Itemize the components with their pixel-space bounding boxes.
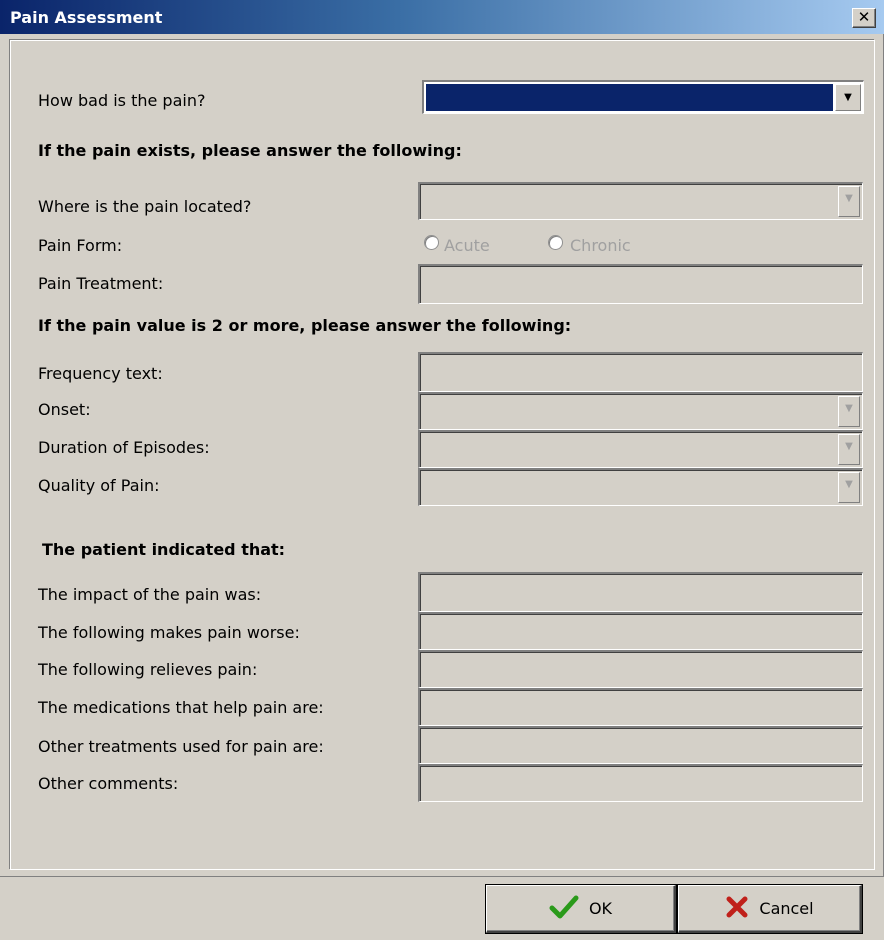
other-treatments-label: Other treatments used for pain are: bbox=[38, 737, 324, 756]
patient-indicated-heading: The patient indicated that: bbox=[42, 540, 286, 559]
chevron-down-icon[interactable]: ▼ bbox=[838, 472, 860, 503]
quality-dropdown[interactable]: ▼ bbox=[418, 468, 863, 506]
duration-label: Duration of Episodes: bbox=[38, 438, 210, 457]
onset-dropdown[interactable]: ▼ bbox=[418, 392, 863, 430]
window-title: Pain Assessment bbox=[10, 8, 163, 27]
worse-input[interactable] bbox=[418, 612, 863, 650]
chevron-down-icon[interactable]: ▼ bbox=[838, 396, 860, 427]
medications-input[interactable] bbox=[418, 688, 863, 726]
pain-exists-heading: If the pain exists, please answer the fo… bbox=[38, 141, 462, 160]
pain-location-dropdown[interactable]: ▼ bbox=[418, 182, 863, 220]
ok-button-label: OK bbox=[588, 899, 613, 918]
cross-icon bbox=[725, 895, 749, 923]
pain-form-label: Pain Form: bbox=[38, 236, 123, 255]
radio-chronic-label: Chronic bbox=[570, 236, 631, 255]
frequency-input[interactable] bbox=[418, 352, 863, 392]
close-button[interactable]: ✕ bbox=[852, 8, 876, 28]
worse-label: The following makes pain worse: bbox=[38, 623, 300, 642]
ok-button[interactable]: OK bbox=[486, 885, 676, 933]
chevron-down-icon[interactable]: ▼ bbox=[835, 84, 861, 111]
radio-acute[interactable] bbox=[424, 235, 439, 250]
quality-label: Quality of Pain: bbox=[38, 476, 160, 495]
chevron-down-icon[interactable]: ▼ bbox=[838, 434, 860, 465]
radio-chronic[interactable] bbox=[548, 235, 563, 250]
other-treatments-input[interactable] bbox=[418, 726, 863, 764]
frequency-label: Frequency text: bbox=[38, 364, 163, 383]
pain-severity-dropdown[interactable]: ▼ bbox=[422, 80, 864, 114]
duration-dropdown[interactable]: ▼ bbox=[418, 430, 863, 468]
impact-label: The impact of the pain was: bbox=[38, 585, 262, 604]
radio-acute-label: Acute bbox=[444, 236, 490, 255]
onset-label: Onset: bbox=[38, 400, 91, 419]
cancel-button-label: Cancel bbox=[759, 899, 814, 918]
relieves-input[interactable] bbox=[418, 650, 863, 688]
other-comments-input[interactable] bbox=[418, 764, 863, 802]
pain-location-label: Where is the pain located? bbox=[38, 197, 252, 216]
impact-input[interactable] bbox=[418, 572, 863, 612]
other-comments-label: Other comments: bbox=[38, 774, 179, 793]
close-icon: ✕ bbox=[857, 8, 871, 26]
pain-assessment-dialog: Pain Assessment ✕ How bad is the pain? ▼… bbox=[0, 0, 884, 940]
pain-treatment-label: Pain Treatment: bbox=[38, 274, 164, 293]
checkmark-icon bbox=[549, 895, 579, 923]
pain-severity-selection bbox=[426, 84, 833, 111]
pain-value-heading: If the pain value is 2 or more, please a… bbox=[38, 316, 572, 335]
cancel-button[interactable]: Cancel bbox=[678, 885, 862, 933]
pain-severity-label: How bad is the pain? bbox=[38, 91, 206, 110]
relieves-label: The following relieves pain: bbox=[38, 660, 258, 679]
medications-label: The medications that help pain are: bbox=[38, 698, 324, 717]
title-bar[interactable]: Pain Assessment ✕ bbox=[0, 0, 884, 34]
pain-treatment-input[interactable] bbox=[418, 264, 863, 304]
chevron-down-icon[interactable]: ▼ bbox=[838, 186, 860, 217]
